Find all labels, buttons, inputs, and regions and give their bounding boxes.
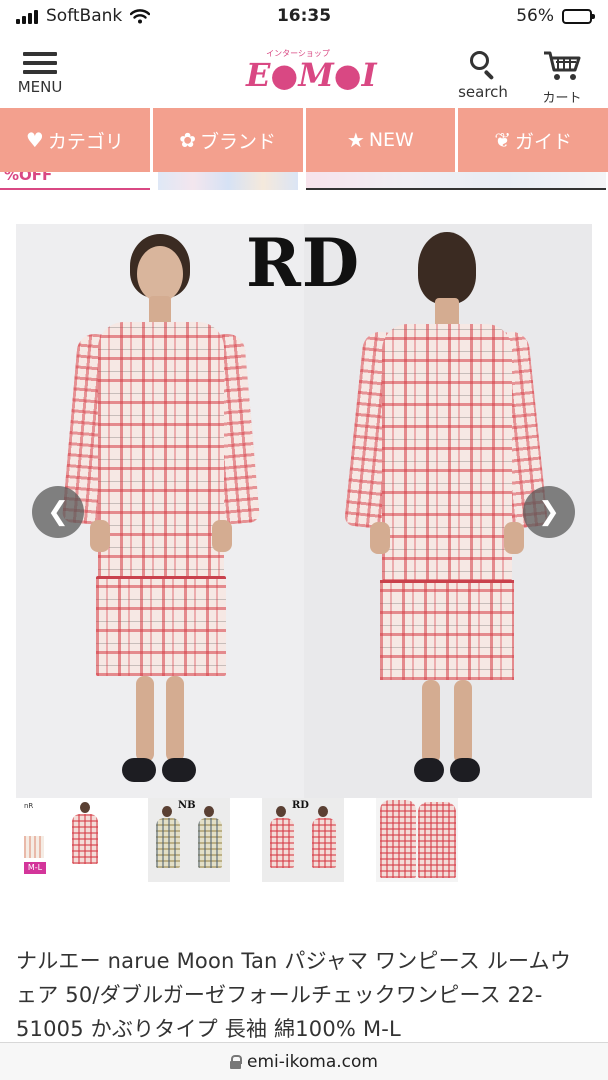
product-title: ナルエー narue Moon Tan パジャマ ワンピース ルームウェア 50… — [16, 949, 572, 1041]
tab-brand-label: ブランド — [200, 130, 277, 153]
thumbnail-size-badge: M-L — [24, 862, 46, 874]
tab-new[interactable]: ★ NEW — [305, 108, 456, 172]
search-label: search — [458, 83, 508, 101]
lock-icon — [230, 1055, 243, 1069]
tab-guide-label: ガイド — [515, 130, 573, 153]
promo-banner-2[interactable] — [158, 172, 298, 190]
search-icon — [468, 50, 498, 81]
cart-button[interactable]: カート — [530, 50, 594, 106]
heart-icon: ♥ — [25, 128, 44, 152]
cart-icon — [544, 51, 581, 80]
promo-banner-strip[interactable]: %OFF — [0, 172, 608, 192]
tab-guide[interactable]: ❦ ガイド — [458, 108, 608, 172]
status-bar-right: 56% — [516, 6, 595, 26]
thumbnail-brand-text: nR — [24, 802, 34, 810]
flower-icon: ✿ — [179, 128, 196, 152]
carousel-next-button[interactable]: ❯ — [523, 486, 575, 538]
thumbnail-2[interactable]: NB — [148, 798, 230, 882]
battery-icon — [562, 8, 595, 24]
thumbnail-label-rd: RD — [292, 800, 309, 811]
status-bar: SoftBank 16:35 56% — [0, 0, 608, 36]
menu-button[interactable]: MENU — [12, 52, 68, 96]
tab-new-label: NEW — [368, 129, 414, 151]
chevron-right-icon: ❯ — [538, 497, 560, 527]
product-image-carousel[interactable]: RD ❮ ❯ — [16, 224, 592, 798]
tab-brand[interactable]: ✿ ブランド — [152, 108, 303, 172]
hamburger-icon — [23, 52, 57, 74]
thumbnail-4[interactable] — [376, 798, 458, 882]
chevron-left-icon: ❮ — [47, 497, 69, 527]
sale-banner-text: %OFF — [4, 172, 53, 184]
category-nav: ♥ カテゴリ ✿ ブランド ★ NEW ❦ ガイド — [0, 108, 608, 172]
color-variant-label: RD — [246, 224, 361, 302]
search-button[interactable]: search — [452, 50, 514, 101]
star-icon: ★ — [346, 128, 365, 152]
site-header: MENU インターショップ E●M●I search カート — [0, 36, 608, 106]
battery-percent: 56% — [516, 6, 554, 26]
thumbnail-3[interactable]: RD — [262, 798, 344, 882]
thumbnail-strip: nR M-L NB RD — [16, 798, 592, 884]
cart-label: カート — [542, 91, 582, 106]
thumbnail-fabric-swatch — [24, 836, 44, 858]
sale-banner[interactable]: %OFF — [0, 172, 150, 190]
leaf-icon: ❦ — [494, 128, 511, 152]
menu-label: MENU — [17, 78, 63, 96]
thumbnail-label-nb: NB — [178, 800, 196, 811]
tab-category[interactable]: ♥ カテゴリ — [0, 108, 150, 172]
logo-text: E●M●I — [246, 56, 377, 94]
tab-category-label: カテゴリ — [47, 130, 124, 153]
promo-banner-3[interactable] — [306, 172, 606, 190]
site-logo[interactable]: インターショップ E●M●I — [246, 48, 377, 94]
thumbnail-1[interactable]: nR M-L — [20, 798, 102, 882]
browser-url-bar[interactable]: emi-ikoma.com — [0, 1042, 608, 1080]
carousel-prev-button[interactable]: ❮ — [32, 486, 84, 538]
url-text: emi-ikoma.com — [247, 1051, 378, 1072]
